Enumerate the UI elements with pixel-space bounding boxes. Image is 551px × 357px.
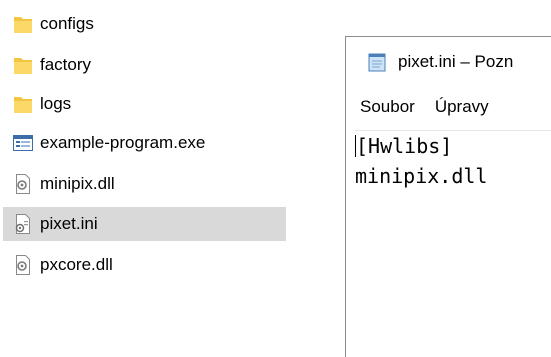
menu-upravy[interactable]: Úpravy xyxy=(435,97,489,117)
file-label: pixet.ini xyxy=(40,214,98,233)
dll-icon xyxy=(12,173,34,195)
notepad-icon xyxy=(366,51,388,73)
file-item-pxcore-dll[interactable]: pxcore.dll xyxy=(3,248,286,282)
text-editor[interactable]: [Hwlibs] minipix.dll xyxy=(355,130,551,357)
editor-line-1: [Hwlibs] xyxy=(355,131,551,161)
file-item-minipix-dll[interactable]: minipix.dll xyxy=(3,167,286,201)
file-item-pixet-ini[interactable]: pixet.ini xyxy=(3,207,286,241)
editor-line-2: minipix.dll xyxy=(355,164,488,188)
notepad-window: pixet.ini – Pozn Soubor Úpravy [Hwlibs] … xyxy=(345,36,551,357)
title-bar[interactable]: pixet.ini – Pozn xyxy=(346,37,551,87)
file-label: factory xyxy=(40,55,92,74)
window-title: pixet.ini – Pozn xyxy=(398,52,514,71)
file-label: minipix.dll xyxy=(40,174,115,193)
folder-icon xyxy=(12,93,34,115)
editor-line-1-text: [Hwlibs] xyxy=(356,134,453,158)
dll-icon xyxy=(12,254,34,276)
file-label: configs xyxy=(40,14,94,33)
file-label: example-program.exe xyxy=(40,133,206,152)
exe-icon xyxy=(12,132,34,154)
menu-soubor[interactable]: Soubor xyxy=(360,97,415,117)
menu-bar: Soubor Úpravy xyxy=(346,89,551,125)
file-label: logs xyxy=(40,94,72,113)
folder-icon xyxy=(12,13,34,35)
file-label: pxcore.dll xyxy=(40,255,113,274)
file-item-configs[interactable]: configs xyxy=(3,7,286,41)
file-item-factory[interactable]: factory xyxy=(3,48,286,82)
folder-icon xyxy=(12,54,34,76)
ini-icon xyxy=(12,213,34,235)
file-item-example-program[interactable]: example-program.exe xyxy=(3,126,286,160)
file-item-logs[interactable]: logs xyxy=(3,87,286,121)
